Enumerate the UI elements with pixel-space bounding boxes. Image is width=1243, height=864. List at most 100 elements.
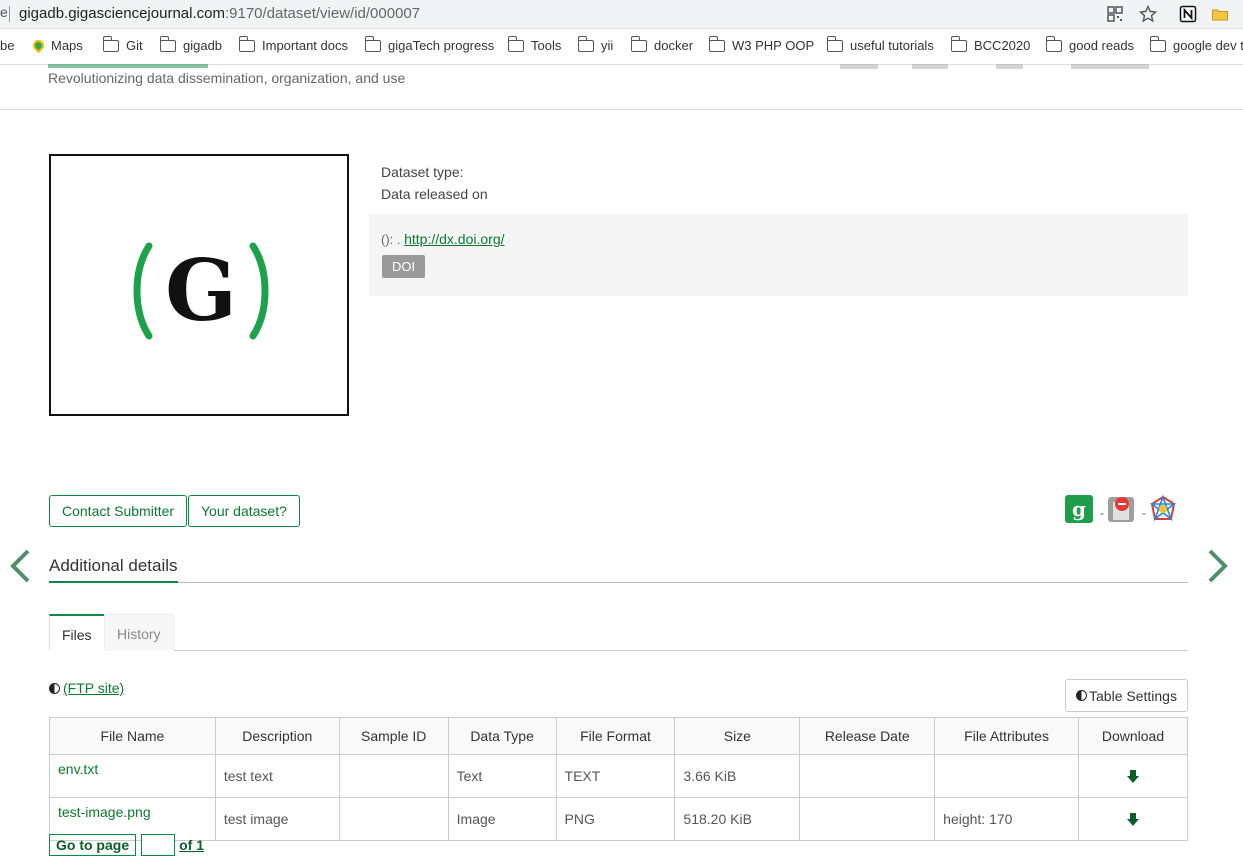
cell-data-type: Image (447, 797, 557, 841)
column-header-file-attributes[interactable]: File Attributes (934, 717, 1079, 755)
bookmark-gigadb[interactable]: gigadb (159, 35, 222, 53)
nav-terms-partial[interactable] (1071, 64, 1149, 69)
tab-files[interactable]: Files (49, 614, 105, 651)
bookmark-w3-php-oop[interactable]: W3 PHP OOP (708, 35, 815, 53)
chevron-left-icon[interactable] (8, 548, 32, 584)
file-link[interactable]: env.txt (58, 761, 98, 777)
bookmark-label: useful tutorials (850, 38, 934, 53)
folder-icon (826, 35, 843, 52)
folder-icon (507, 35, 524, 52)
site-logo-partial[interactable] (48, 64, 208, 68)
cell-description: test text (214, 754, 340, 798)
bookmark-git[interactable]: Git (102, 35, 143, 53)
cell-download (1078, 754, 1188, 798)
page-count-label: of 1 (179, 837, 205, 853)
cell-file-attributes (934, 754, 1079, 798)
cell-file-name: env.txt (49, 754, 216, 798)
nav-about-partial[interactable] (912, 64, 948, 69)
column-header-download: Download (1078, 717, 1188, 755)
column-header-file-format[interactable]: File Format (555, 717, 676, 755)
cell-data-type: Text (447, 754, 557, 798)
folder-icon (577, 35, 594, 52)
bookmarks-bar: be Maps Git gigadb Important docs gigaTe… (0, 29, 1243, 65)
download-icon[interactable] (1127, 770, 1139, 783)
data-released-label: Data released on (381, 186, 488, 202)
bookmark-label: docker (654, 38, 694, 53)
bookmark-label: gigaTech progress (388, 38, 495, 53)
column-header-size[interactable]: Size (674, 717, 801, 755)
column-header-release-date[interactable]: Release Date (799, 717, 936, 755)
cell-size: 518.20 KiB (674, 797, 801, 841)
bookmark-star-icon[interactable] (1139, 5, 1157, 23)
doi-button[interactable]: DOI (382, 255, 425, 278)
bookmark-yii[interactable]: yii (577, 35, 613, 53)
cell-file-format: TEXT (555, 754, 676, 798)
your-dataset-button[interactable]: Your dataset? (188, 495, 300, 527)
dataset-image: G (49, 154, 349, 416)
bookmark-be[interactable]: be (0, 38, 14, 53)
share-separator: - (1100, 506, 1104, 520)
bookmark-label: BCC2020 (974, 38, 1031, 53)
table-header-row: File Name Description Sample ID Data Typ… (49, 717, 1188, 755)
qr-code-icon[interactable] (1106, 5, 1124, 23)
google-share-icon[interactable]: g (1064, 494, 1094, 524)
bookmark-useful-tutorials[interactable]: useful tutorials (826, 35, 934, 53)
bookmark-label: good reads (1069, 38, 1135, 53)
notion-extension-icon[interactable] (1179, 5, 1197, 23)
bookmark-tools[interactable]: Tools (507, 35, 561, 53)
site-tagline: Revolutionizing data dissemination, orga… (48, 70, 406, 86)
bookmark-important-docs[interactable]: Important docs (238, 35, 348, 53)
bookmark-docker[interactable]: docker (630, 35, 694, 53)
table-settings-label: Table Settings (1089, 687, 1177, 704)
folder-icon (159, 35, 176, 52)
folder-icon (364, 35, 381, 52)
nav-help-partial[interactable] (996, 64, 1023, 69)
folder-extension-icon[interactable] (1211, 5, 1229, 23)
tabs-baseline (49, 650, 1188, 651)
folder-icon (708, 35, 725, 52)
url-path: :9170/dataset/view/id/000007 (224, 5, 421, 22)
bookmark-label: google dev t (1173, 38, 1243, 53)
go-to-page-button[interactable]: Go to page (49, 834, 137, 856)
bookmark-gigatech-progress[interactable]: gigaTech progress (364, 35, 495, 53)
column-header-data-type[interactable]: Data Type (447, 717, 557, 755)
column-header-sample-id[interactable]: Sample ID (338, 717, 449, 755)
bookmark-maps[interactable]: Maps (30, 37, 83, 54)
column-header-file-name[interactable]: File Name (49, 717, 216, 755)
tab-history[interactable]: History (104, 614, 174, 651)
bookmark-good-reads[interactable]: good reads (1045, 35, 1135, 53)
address-bar[interactable]: e gigadb.gigasciencejournal.com:9170/dat… (0, 0, 1243, 29)
svg-text:G: G (165, 241, 237, 340)
cell-file-format: PNG (555, 797, 676, 841)
gigadb-g-logo: G (133, 241, 269, 340)
ftp-site-row: (FTP site) (49, 680, 124, 696)
cell-release-date (799, 754, 936, 798)
network-share-icon[interactable] (1148, 494, 1178, 524)
contact-submitter-button[interactable]: Contact Submitter (49, 495, 188, 527)
section-divider (49, 582, 1188, 583)
file-link[interactable]: test-image.png (58, 804, 151, 820)
doi-link[interactable]: http://dx.doi.org/ (404, 231, 504, 247)
bookmark-label: W3 PHP OOP (732, 38, 815, 53)
bookmark-google-dev[interactable]: google dev t (1149, 35, 1243, 53)
cell-description: test image (214, 797, 340, 841)
column-header-description[interactable]: Description (214, 717, 340, 755)
ftp-site-link[interactable]: (FTP site) (63, 680, 124, 696)
contrast-icon (1076, 690, 1088, 701)
folder-icon (238, 35, 255, 52)
nav-home-partial[interactable] (840, 64, 878, 69)
chevron-right-icon[interactable] (1206, 548, 1230, 584)
contrast-icon (49, 682, 60, 694)
svg-text:g: g (1072, 497, 1086, 521)
download-icon[interactable] (1127, 813, 1139, 826)
url-text[interactable]: gigadb.gigasciencejournal.com:9170/datas… (19, 5, 420, 22)
page-number-input[interactable] (141, 834, 176, 856)
section-divider-accent (49, 581, 178, 583)
bookmark-share-icon[interactable] (1106, 494, 1136, 524)
folder-icon (1045, 35, 1062, 52)
folder-icon (1149, 35, 1166, 52)
url-separator (9, 6, 10, 22)
bookmark-bcc2020[interactable]: BCC2020 (950, 35, 1031, 53)
table-settings-button[interactable]: Table Settings (1065, 679, 1188, 712)
cell-sample-id (338, 754, 449, 798)
